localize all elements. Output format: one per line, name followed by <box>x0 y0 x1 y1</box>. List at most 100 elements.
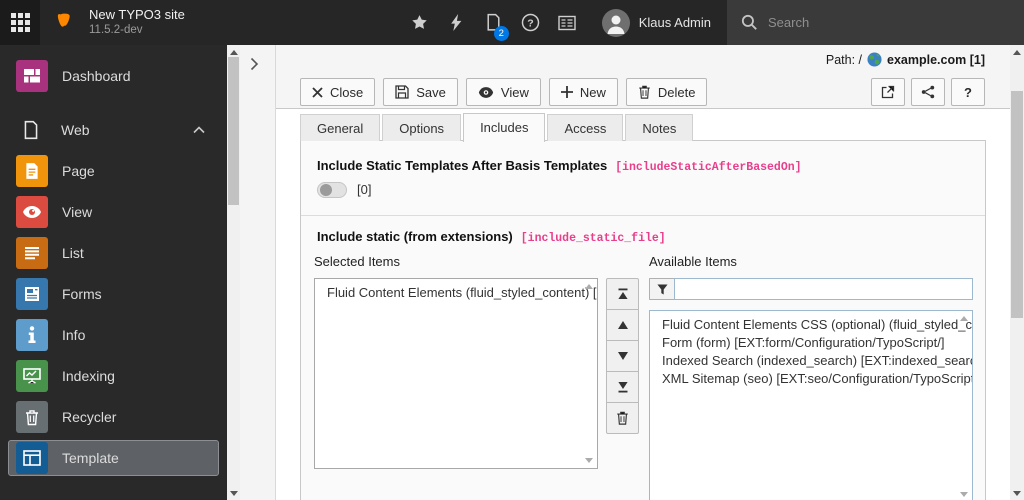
sidebar-item-info[interactable]: Info <box>8 317 219 353</box>
selected-items-listbox[interactable]: Fluid Content Elements (fluid_styled_con… <box>314 278 598 469</box>
pagetree-expand-button[interactable] <box>250 57 259 76</box>
tab-general[interactable]: General <box>300 114 381 141</box>
field-title: Include Static Templates After Basis Tem… <box>317 158 608 173</box>
sidebar-item-indexing[interactable]: Indexing <box>8 358 219 394</box>
sidebar-item-forms[interactable]: Forms <box>8 276 219 312</box>
field-title: Include static (from extensions) <box>317 229 513 244</box>
person-icon <box>607 15 625 34</box>
available-items-filter-input[interactable] <box>674 278 973 300</box>
includes-tab-panel: Include Static Templates After Basis Tem… <box>300 140 986 500</box>
forms-icon <box>16 278 48 310</box>
available-item-option[interactable]: Form (form) [EXT:form/Configuration/Typo… <box>650 334 972 352</box>
docheader-buttons-left: Close Save View New Delete <box>300 78 708 106</box>
scroll-down-arrow-icon[interactable] <box>229 490 238 496</box>
available-item-option[interactable]: Fluid Content Elements CSS (optional) (f… <box>650 311 972 334</box>
move-down-button[interactable] <box>606 340 639 372</box>
listbox-scroll-down-icon[interactable] <box>960 492 968 497</box>
sidebar-item-template[interactable]: Template <box>8 440 219 476</box>
button-label: View <box>500 84 529 100</box>
scrollbar-thumb[interactable] <box>1011 91 1023 318</box>
selected-item-option[interactable]: Fluid Content Elements (fluid_styled_con… <box>315 279 597 302</box>
content-scrollbar[interactable] <box>1010 45 1024 500</box>
sidebar-item-list[interactable]: List <box>8 235 219 271</box>
web-icon <box>15 120 47 140</box>
tab-options[interactable]: Options <box>382 114 462 141</box>
bookmarks-button[interactable] <box>401 0 438 45</box>
breadcrumb: Path: / example.com [1] <box>826 52 985 67</box>
current-page[interactable]: example.com [1] <box>867 52 985 67</box>
open-in-new-window-button[interactable] <box>871 78 905 106</box>
view-button[interactable]: View <box>465 78 541 106</box>
module-menu: Dashboard Web Page View List Forms Info … <box>0 45 227 500</box>
avatar <box>601 8 630 37</box>
topbar: New TYPO3 site 11.5.2-dev 2 ? Klaus Admi… <box>0 0 1024 45</box>
field-code: [include_static_file] <box>520 232 666 245</box>
funnel-icon <box>656 283 668 295</box>
user-menu[interactable]: Klaus Admin <box>586 0 727 45</box>
save-button[interactable]: Save <box>383 78 458 106</box>
sidebar-item-label: View <box>62 204 93 220</box>
sidebar-item-dashboard[interactable]: Dashboard <box>8 58 219 94</box>
tab-label: Notes <box>642 120 677 136</box>
available-items-listbox[interactable]: Fluid Content Elements CSS (optional) (f… <box>649 310 973 500</box>
open-documents-button[interactable]: 2 <box>475 0 512 45</box>
scroll-down-arrow-icon[interactable] <box>1013 490 1021 496</box>
new-button[interactable]: New <box>548 78 618 106</box>
include-static-after-toggle[interactable] <box>317 182 347 198</box>
docheader-buttons-right: ? <box>871 78 985 106</box>
star-icon <box>412 15 427 29</box>
share-button[interactable] <box>911 78 945 106</box>
available-items-filter <box>649 278 973 300</box>
available-item-option[interactable]: XML Sitemap (seo) [EXT:seo/Configuration… <box>650 370 972 388</box>
list-rows-icon <box>16 237 48 269</box>
delete-button[interactable]: Delete <box>625 78 708 106</box>
docheader: Path: / example.com [1] Close Save View … <box>276 45 1010 109</box>
sidebar-section-label: Web <box>61 122 90 138</box>
scroll-up-arrow-icon[interactable] <box>229 49 238 55</box>
button-label: New <box>579 84 606 100</box>
available-items-label: Available Items <box>649 254 737 269</box>
search-area <box>727 0 1024 45</box>
close-button[interactable]: Close <box>300 78 376 106</box>
remove-item-button[interactable] <box>606 402 639 434</box>
typo3-logo[interactable] <box>40 0 89 45</box>
filter-button[interactable] <box>649 278 674 300</box>
sidebar-item-label: List <box>62 245 84 261</box>
available-item-option[interactable]: Indexed Search (indexed_search) [EXT:ind… <box>650 352 972 370</box>
sidebar-item-recycler[interactable]: Recycler <box>8 399 219 435</box>
sidebar-section-web[interactable]: Web <box>8 116 219 144</box>
eye-icon <box>16 196 48 228</box>
listbox-scroll-up-icon[interactable] <box>960 316 968 321</box>
tab-access[interactable]: Access <box>547 114 624 141</box>
typo3-backend: New TYPO3 site 11.5.2-dev 2 ? Klaus Admi… <box>0 0 1024 500</box>
tab-includes[interactable]: Includes <box>463 113 546 142</box>
share-icon <box>921 85 935 99</box>
sidebar-item-page[interactable]: Page <box>8 153 219 189</box>
listbox-scroll-down-icon[interactable] <box>585 458 593 463</box>
search-input[interactable] <box>768 15 968 30</box>
move-to-top-button[interactable] <box>606 278 639 310</box>
clear-cache-button[interactable] <box>438 0 475 45</box>
docheader-help-button[interactable]: ? <box>951 78 985 106</box>
scroll-up-arrow-icon[interactable] <box>1013 49 1021 55</box>
scrollbar-thumb[interactable] <box>228 57 239 205</box>
trash-icon <box>639 85 650 99</box>
move-to-bottom-button[interactable] <box>606 371 639 403</box>
listbox-scroll-up-icon[interactable] <box>585 284 593 289</box>
selected-items-label: Selected Items <box>314 254 400 269</box>
tab-label: Includes <box>480 120 529 135</box>
help-menu-button[interactable]: ? <box>512 0 549 45</box>
sidebar-item-label: Forms <box>62 286 102 302</box>
tab-notes[interactable]: Notes <box>625 114 694 141</box>
page-title-text: example.com [1] <box>887 52 985 67</box>
section-divider <box>301 215 985 216</box>
sidebar-item-view[interactable]: View <box>8 194 219 230</box>
module-menu-scrollbar[interactable] <box>227 45 240 500</box>
sidebar-item-label: Info <box>62 327 86 343</box>
save-icon <box>395 85 409 99</box>
info-icon <box>16 319 48 351</box>
button-label: Save <box>416 84 446 100</box>
modules-grid-button[interactable] <box>0 0 40 45</box>
system-information-button[interactable] <box>549 0 586 45</box>
move-up-button[interactable] <box>606 309 639 341</box>
